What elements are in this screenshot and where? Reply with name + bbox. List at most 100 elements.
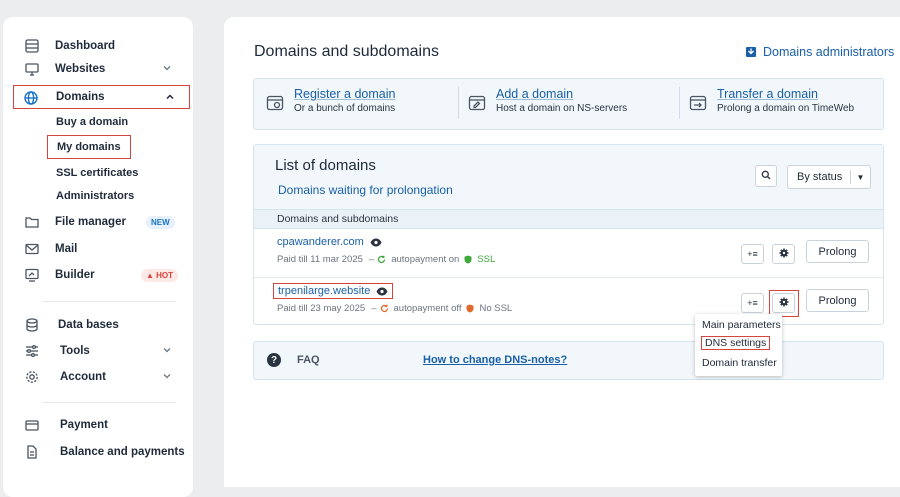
sidebar-item-tools[interactable]: Tools (3, 339, 193, 363)
monitor-icon (23, 60, 41, 78)
faq-label: FAQ (297, 354, 320, 366)
settings-button[interactable] (772, 244, 795, 264)
sidebar-divider (43, 402, 176, 403)
sidebar-item-label: Builder (55, 269, 95, 281)
transfer-domain-subtitle: Prolong a domain on TimeWeb (717, 103, 855, 114)
domains-administrators-link[interactable]: Domains administrators (745, 45, 894, 59)
list-add-icon: +≡ (747, 298, 758, 308)
domain-settings-menu: Main parameters DNS settings Domain tran… (695, 314, 782, 376)
ssl-shield-icon (464, 255, 472, 264)
sidebar-item-balance[interactable]: Balance and payments (3, 440, 193, 464)
sidebar-item-builder[interactable]: Builder ▲ HOT (3, 263, 193, 287)
sidebar-item-label: Domains (56, 91, 105, 103)
sidebar-item-label: File manager (55, 216, 126, 228)
domain-list-subheader: Domains and subdomains (254, 209, 883, 229)
menu-item-main-parameters[interactable]: Main parameters (702, 319, 781, 331)
dash-separator: – (371, 303, 377, 314)
sidebar-subitem-ssl-certificates[interactable]: SSL certificates (56, 163, 138, 183)
dash-separator: – (368, 254, 375, 265)
prolong-button[interactable]: Prolong (806, 240, 869, 263)
sidebar-item-databases[interactable]: Data bases (3, 313, 193, 337)
autopayment-status: autopayment off (393, 303, 462, 314)
sidebar: Dashboard Websites Domains Buy a domain … (3, 17, 193, 497)
register-domain-subtitle: Or a bunch of domains (294, 103, 396, 114)
chevron-down-icon (161, 370, 173, 382)
action-divider (458, 87, 459, 119)
folder-icon (23, 213, 41, 231)
sidebar-item-account[interactable]: Account (3, 365, 193, 389)
settings-button[interactable] (772, 293, 795, 313)
search-button[interactable] (755, 165, 777, 187)
chevron-down-icon (161, 62, 173, 74)
status-filter-select[interactable]: By status ▼ (787, 165, 871, 189)
add-to-list-button[interactable]: +≡ (741, 244, 764, 264)
add-to-list-button[interactable]: +≡ (741, 293, 764, 313)
sidebar-item-label: Mail (55, 243, 78, 255)
dropdown-arrow-icon: ▼ (850, 170, 870, 184)
eye-icon[interactable] (376, 287, 388, 296)
register-domain-link[interactable]: Register a domain (294, 87, 395, 101)
autopayment-status: autopayment on (391, 254, 460, 265)
add-domain-action[interactable]: Add a domain Host a domain on NS-servers (468, 87, 627, 121)
chevron-up-icon (164, 91, 176, 103)
sidebar-item-label: Payment (60, 419, 108, 431)
faq-panel: ? FAQ How to change DNS-notes? (253, 341, 884, 380)
builder-icon (23, 266, 41, 284)
sidebar-item-label: Websites (55, 63, 106, 75)
sidebar-subitem-my-domains[interactable]: My domains (47, 135, 131, 159)
add-domain-icon (468, 94, 486, 112)
sidebar-item-payment[interactable]: Payment (3, 413, 193, 437)
sidebar-item-label: Dashboard (55, 40, 116, 52)
gear-icon (23, 368, 41, 386)
action-divider (679, 87, 680, 119)
no-ssl-shield-icon (466, 304, 474, 313)
sidebar-subitem-administrators[interactable]: Administrators (56, 186, 134, 206)
domain-meta: Paid till 11 mar 2025 – autopayment on S… (277, 254, 495, 265)
document-icon (23, 443, 41, 461)
main-panel: Domains and subdomains Domains administr… (224, 17, 900, 487)
table-row: trpenilarge.website Paid till 23 may 202… (254, 277, 883, 325)
sidebar-item-label: Account (60, 371, 106, 383)
faq-dns-link[interactable]: How to change DNS-notes? (423, 354, 567, 366)
menu-item-domain-transfer[interactable]: Domain transfer (702, 357, 777, 369)
domain-name-link[interactable]: trpenilarge.website (273, 283, 394, 299)
sidebar-item-domains[interactable]: Domains (13, 85, 190, 109)
domain-list-header: List of domains Domains waiting for prol… (254, 145, 883, 209)
sidebar-divider (43, 301, 176, 302)
sidebar-subitem-buy-domain[interactable]: Buy a domain (56, 112, 128, 132)
paid-till-text: Paid till 11 mar 2025 (277, 254, 363, 265)
sliders-icon (23, 342, 41, 360)
new-badge: NEW (146, 215, 175, 229)
domain-list-title: List of domains (275, 157, 376, 174)
register-domain-action[interactable]: Register a domain Or a bunch of domains (266, 87, 395, 121)
menu-item-dns-settings[interactable]: DNS settings (701, 336, 771, 350)
mail-icon (23, 240, 41, 258)
search-icon (761, 167, 771, 185)
domain-name-link[interactable]: cpawanderer.com (277, 236, 382, 248)
ssl-status: No SSL (479, 303, 513, 314)
page-title: Domains and subdomains (254, 43, 439, 60)
sidebar-item-websites[interactable]: Websites (3, 57, 193, 81)
domains-waiting-link[interactable]: Domains waiting for prolongation (278, 183, 453, 197)
card-icon (23, 416, 41, 434)
add-domain-subtitle: Host a domain on NS-servers (496, 103, 628, 114)
gear-icon (779, 297, 789, 309)
transfer-domain-action[interactable]: Transfer a domain Prolong a domain on Ti… (689, 87, 854, 121)
prolong-button[interactable]: Prolong (806, 289, 869, 312)
sidebar-item-mail[interactable]: Mail (3, 237, 193, 261)
domain-window-icon (266, 94, 284, 112)
transfer-domain-link[interactable]: Transfer a domain (717, 87, 854, 101)
question-icon: ? (267, 353, 281, 367)
sidebar-item-label: Balance and payments (60, 446, 185, 458)
list-add-icon: +≡ (747, 249, 758, 259)
eye-icon[interactable] (370, 238, 382, 247)
hot-badge: ▲ HOT (141, 268, 179, 282)
sidebar-item-dashboard[interactable]: Dashboard (3, 34, 193, 58)
sidebar-item-file-manager[interactable]: File manager NEW (3, 210, 193, 234)
transfer-icon (689, 94, 707, 112)
flame-icon: ▲ (146, 270, 154, 280)
gear-icon (779, 248, 789, 260)
domain-list: List of domains Domains waiting for prol… (253, 144, 884, 325)
add-domain-link[interactable]: Add a domain (496, 87, 627, 101)
sidebar-item-label: Data bases (58, 319, 119, 331)
